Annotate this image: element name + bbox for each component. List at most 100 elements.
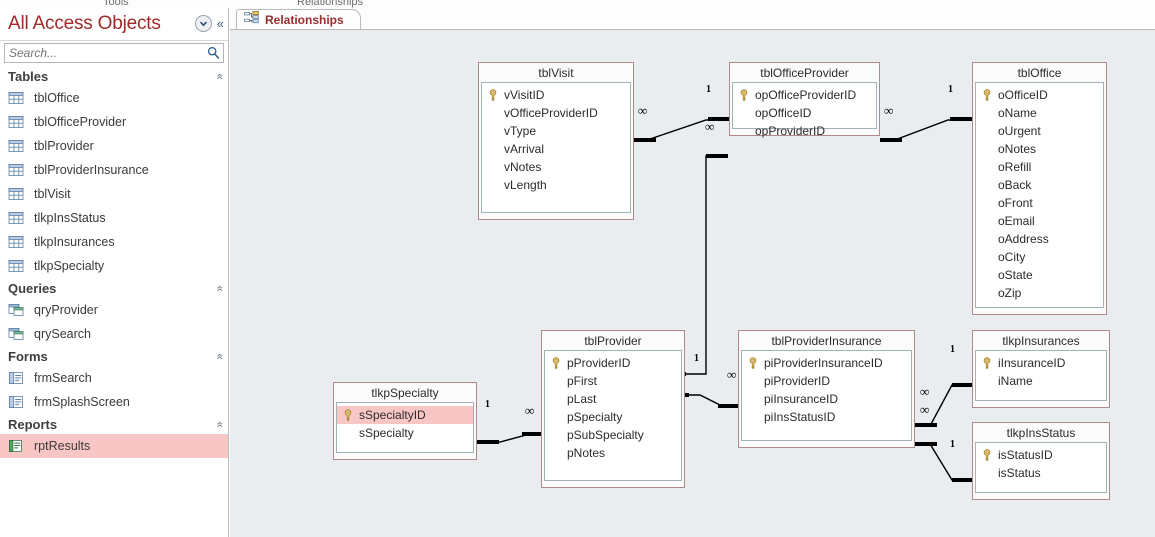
search-box[interactable] <box>4 43 224 63</box>
table-field-row[interactable]: piProviderInsuranceID <box>742 354 911 372</box>
nav-item-qrySearch[interactable]: qrySearch <box>0 322 228 346</box>
nav-item-tblOfficeProvider[interactable]: tblOfficeProvider <box>0 110 228 134</box>
table-field-row[interactable]: pSubSpecialty <box>545 426 681 444</box>
nav-item-label: qryProvider <box>34 303 98 317</box>
table-field-row[interactable]: isStatus <box>976 464 1106 482</box>
table-field-row[interactable]: iName <box>976 372 1106 390</box>
double-chevron-up-icon[interactable]: « <box>213 353 225 359</box>
cardinality-many-marker: ∞ <box>884 103 893 118</box>
nav-group-label: Reports <box>8 416 58 432</box>
table-field-name: sSpecialtyID <box>359 408 426 422</box>
search-input[interactable] <box>5 44 223 62</box>
table-field-row[interactable]: opProviderID <box>733 122 876 140</box>
table-field-name: pSpecialty <box>567 410 623 424</box>
nav-item-tblProvider[interactable]: tblProvider <box>0 134 228 158</box>
table-box-tlkpInsurances[interactable]: tlkpInsurances iInsuranceID iName <box>972 330 1110 408</box>
nav-item-label: tlkpInsurances <box>34 235 115 249</box>
table-field-row[interactable]: oAddress <box>976 230 1103 248</box>
table-field-row[interactable]: oCity <box>976 248 1103 266</box>
table-icon <box>8 115 24 129</box>
nav-item-tlkpSpecialty[interactable]: tlkpSpecialty <box>0 254 228 278</box>
primary-key-icon <box>982 89 998 101</box>
nav-item-tlkpInsStatus[interactable]: tlkpInsStatus <box>0 206 228 230</box>
chevron-down-icon[interactable] <box>194 15 212 32</box>
table-field-row[interactable]: sSpecialtyID <box>337 406 473 424</box>
table-field-row[interactable]: oEmail <box>976 212 1103 230</box>
table-box-tlkpSpecialty[interactable]: tlkpSpecialty sSpecialtyID sSpecialty <box>333 382 477 460</box>
table-box-title: tlkpInsurances <box>1002 334 1080 348</box>
nav-item-tblProviderInsurance[interactable]: tblProviderInsurance <box>0 158 228 182</box>
relationships-canvas[interactable]: ∞ 1 ∞ 1 ∞ 1 1 ∞ ∞ ∞ 1 ∞ 1 tblVisit vVisitID vOfficePro… <box>230 30 1155 537</box>
table-field-name: vNotes <box>504 160 542 174</box>
nav-item-qryProvider[interactable]: qryProvider <box>0 298 228 322</box>
table-field-row[interactable]: piProviderID <box>742 372 911 390</box>
table-field-row[interactable]: pFirst <box>545 372 681 390</box>
double-chevron-left-icon[interactable]: « <box>217 17 224 30</box>
nav-item-frmSplashScreen[interactable]: frmSplashScreen <box>0 390 228 414</box>
nav-group-reports[interactable]: Reports « <box>0 414 228 434</box>
table-field-row[interactable]: oBack <box>976 176 1103 194</box>
table-field-row[interactable]: pLast <box>545 390 681 408</box>
nav-item-tblVisit[interactable]: tblVisit <box>0 182 228 206</box>
navigation-pane: All Access Objects « Tables « tblOffice tbl… <box>0 8 229 537</box>
table-field-row[interactable]: oState <box>976 266 1103 284</box>
cardinality-one-marker: 1 <box>485 399 490 410</box>
double-chevron-up-icon[interactable]: « <box>213 285 225 291</box>
table-field-row[interactable]: vNotes <box>482 158 630 176</box>
table-field-name: oOfficeID <box>998 88 1048 102</box>
table-field-name: oState <box>998 268 1033 282</box>
cardinality-one-marker: 1 <box>950 344 955 355</box>
nav-item-rptResults[interactable]: rptResults <box>0 434 228 458</box>
table-field-row[interactable]: oNotes <box>976 140 1103 158</box>
table-field-row[interactable]: pNotes <box>545 444 681 462</box>
table-field-name: oCity <box>998 250 1026 264</box>
table-field-row[interactable]: sSpecialty <box>337 424 473 442</box>
nav-item-tblOffice[interactable]: tblOffice <box>0 86 228 110</box>
table-field-row[interactable]: pProviderID <box>545 354 681 372</box>
double-chevron-up-icon[interactable]: « <box>213 73 225 79</box>
nav-item-tlkpInsurances[interactable]: tlkpInsurances <box>0 230 228 254</box>
table-icon <box>8 91 24 105</box>
table-box-tblProvider[interactable]: tblProvider pProviderID pFirst pLast pSpecia… <box>541 330 685 488</box>
double-chevron-up-icon[interactable]: « <box>213 421 225 427</box>
cardinality-one-marker: 1 <box>950 439 955 450</box>
table-box-tblProviderInsurance[interactable]: tblProviderInsurance piProviderInsuranceI… <box>738 330 915 448</box>
table-field-row[interactable]: pSpecialty <box>545 408 681 426</box>
table-field-row[interactable]: opOfficeID <box>733 104 876 122</box>
table-field-row[interactable]: iInsuranceID <box>976 354 1106 372</box>
table-field-row[interactable]: vVisitID <box>482 86 630 104</box>
table-icon <box>8 187 24 201</box>
table-field-row[interactable]: vLength <box>482 176 630 194</box>
nav-group-forms[interactable]: Forms « <box>0 346 228 366</box>
nav-group-label: Queries <box>8 280 57 296</box>
primary-key-icon <box>343 409 359 421</box>
table-field-row[interactable]: oUrgent <box>976 122 1103 140</box>
primary-key-icon <box>488 89 504 101</box>
tab-relationships[interactable]: Relationships <box>236 9 361 30</box>
table-box-tblOfficeProvider[interactable]: tblOfficeProvider opOfficeProviderID opOff… <box>729 62 880 138</box>
table-field-row[interactable]: opOfficeProviderID <box>733 86 876 104</box>
table-field-row[interactable]: vOfficeProviderID <box>482 104 630 122</box>
table-field-row[interactable]: oFront <box>976 194 1103 212</box>
nav-group-tables[interactable]: Tables « <box>0 66 228 86</box>
table-box-tblVisit[interactable]: tblVisit vVisitID vOfficeProviderID vType vA… <box>478 62 634 220</box>
nav-item-frmSearch[interactable]: frmSearch <box>0 366 228 390</box>
table-field-row[interactable]: piInsStatusID <box>742 408 911 426</box>
table-box-tlkpInsStatus[interactable]: tlkpInsStatus isStatusID isStatus <box>972 422 1110 500</box>
table-box-title: tblVisit <box>538 66 574 80</box>
table-field-row[interactable]: oOfficeID <box>976 86 1103 104</box>
table-field-name: vVisitID <box>504 88 545 102</box>
table-icon <box>8 259 24 273</box>
table-field-row[interactable]: isStatusID <box>976 446 1106 464</box>
table-field-row[interactable]: oRefill <box>976 158 1103 176</box>
nav-group-queries[interactable]: Queries « <box>0 278 228 298</box>
table-field-row[interactable]: oName <box>976 104 1103 122</box>
table-field-row[interactable]: piInsuranceID <box>742 390 911 408</box>
table-field-row[interactable]: oZip <box>976 284 1103 302</box>
table-field-row[interactable]: vArrival <box>482 140 630 158</box>
table-field-name: pSubSpecialty <box>567 428 644 442</box>
table-box-tblOffice[interactable]: tblOffice oOfficeID oName oUrgent oNotes oRef… <box>972 62 1107 315</box>
table-box-field-list: opOfficeProviderID opOfficeID opProviderID <box>732 82 877 138</box>
table-field-name: piProviderID <box>764 374 831 388</box>
table-field-row[interactable]: vType <box>482 122 630 140</box>
